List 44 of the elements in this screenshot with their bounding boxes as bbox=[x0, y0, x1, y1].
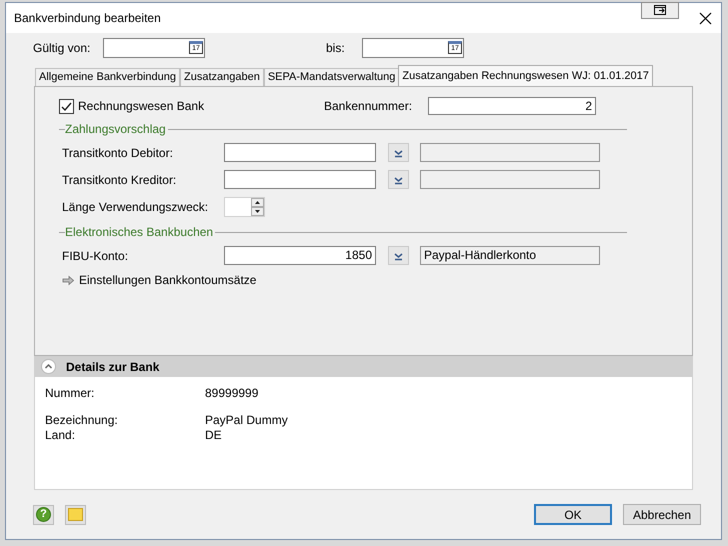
field-label: Bezeichnung: bbox=[45, 412, 119, 426]
tab[interactable]: SEPA-Mandatsverwaltung bbox=[264, 68, 400, 86]
chevron-down-icon bbox=[393, 250, 404, 260]
readonly-field: Paypal-Händlerkonto bbox=[420, 246, 600, 265]
field-label: Transitkonto Kreditor: bbox=[62, 172, 178, 186]
window-title: Bankverbindung bearbeiten bbox=[14, 11, 162, 25]
chevron-down-icon bbox=[393, 174, 404, 184]
arrow-right-icon bbox=[62, 274, 74, 286]
field-value: PayPal Dummy bbox=[205, 412, 288, 426]
note-icon bbox=[68, 508, 83, 521]
field-label: bis: bbox=[325, 41, 346, 55]
section-header[interactable]: Details zur Bank bbox=[34, 356, 693, 377]
field-value: DE bbox=[205, 428, 222, 442]
close-icon[interactable] bbox=[699, 12, 712, 24]
text-field[interactable]: 2 bbox=[428, 97, 596, 115]
field-label: Bankennummer: bbox=[324, 99, 414, 113]
spinner-arrows-icon bbox=[251, 198, 264, 216]
checkbox[interactable]: Rechnungswesen Bank bbox=[59, 98, 324, 114]
field-label: Gültig von: bbox=[33, 41, 92, 55]
section-title: Elektronisches Bankbuchen bbox=[65, 225, 214, 239]
tab[interactable]: Allgemeine Bankverbindung bbox=[35, 68, 180, 86]
restore-button[interactable] bbox=[641, 2, 679, 18]
lookup-button[interactable] bbox=[388, 170, 409, 189]
tab[interactable]: Zusatzangaben bbox=[180, 68, 264, 86]
lookup-button[interactable] bbox=[388, 246, 409, 265]
text-field[interactable]: 1850 bbox=[224, 246, 376, 265]
field-label: Länge Verwendungszweck: bbox=[62, 200, 210, 214]
field-label: Nummer: bbox=[45, 386, 96, 400]
settings-link[interactable]: Einstellungen Bankkontoumsätze bbox=[62, 273, 256, 287]
field-label: FIBU-Konto: bbox=[62, 248, 130, 262]
section-title: Zahlungsvorschlag bbox=[65, 122, 166, 136]
field-value: 89999999 bbox=[205, 386, 258, 400]
field-label: Transitkonto Debitor: bbox=[62, 146, 174, 160]
tab[interactable]: Zusatzangaben Rechnungswesen WJ: 01.01.2017 bbox=[398, 65, 653, 86]
text-field[interactable] bbox=[224, 143, 376, 162]
lookup-button[interactable] bbox=[388, 143, 409, 162]
chevron-down-icon bbox=[393, 148, 404, 158]
window-icon bbox=[654, 5, 666, 15]
field-label: Land: bbox=[45, 428, 76, 442]
dialog-button[interactable]: Abbrechen bbox=[623, 504, 701, 525]
checkmark-icon bbox=[60, 100, 73, 112]
dialog-button[interactable]: OK bbox=[534, 504, 612, 525]
spinner-field[interactable] bbox=[224, 196, 265, 216]
text-field[interactable] bbox=[224, 170, 376, 189]
